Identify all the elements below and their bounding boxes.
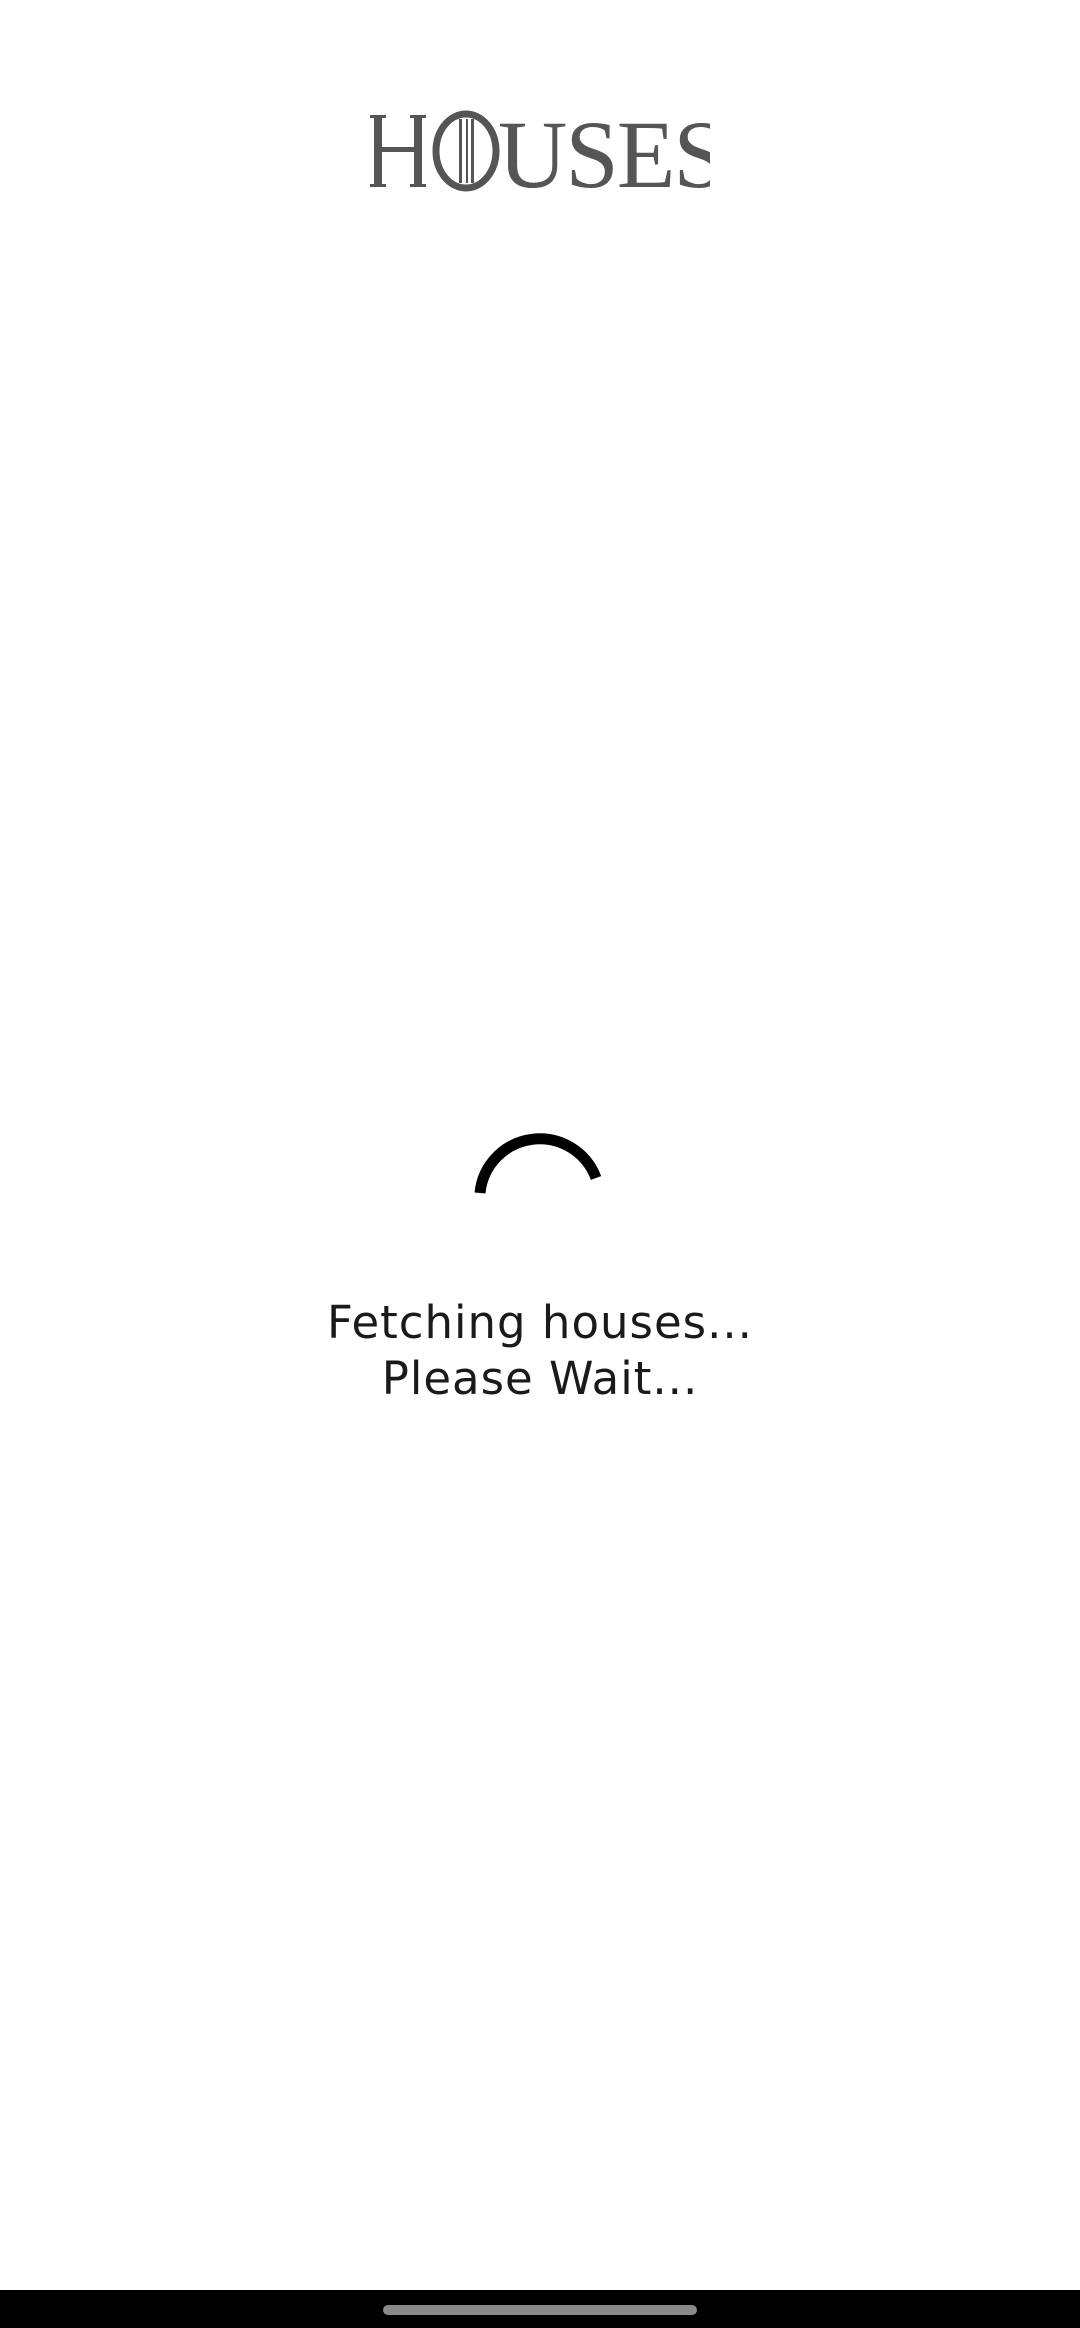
loading-spinner-icon xyxy=(470,1110,610,1250)
houses-logo: USES xyxy=(370,105,710,195)
system-navigation-bar xyxy=(0,2290,1080,2328)
svg-text:USES: USES xyxy=(498,105,710,195)
loading-message-line-1: Fetching houses... xyxy=(327,1296,753,1349)
home-indicator[interactable] xyxy=(383,2305,697,2315)
app-screen: USES Fetching houses... Please Wait... xyxy=(0,0,1080,2328)
loading-message-line-2: Please Wait... xyxy=(381,1352,699,1405)
loading-message: Fetching houses... Please Wait... xyxy=(0,1295,1080,1407)
app-header: USES xyxy=(0,0,1080,260)
loading-section: Fetching houses... Please Wait... xyxy=(0,1100,1080,1430)
